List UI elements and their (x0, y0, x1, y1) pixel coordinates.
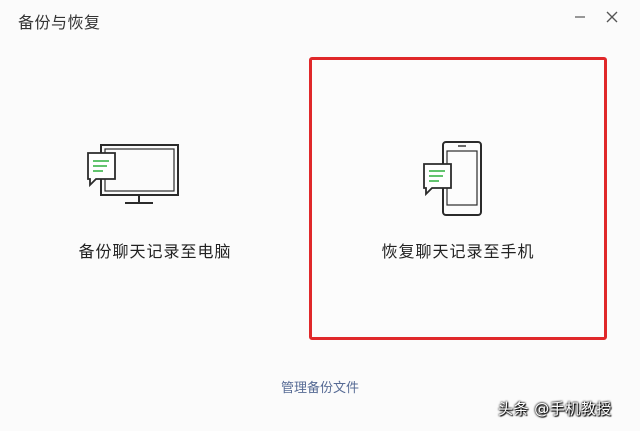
close-icon (606, 11, 618, 23)
phone-chat-icon (423, 141, 482, 216)
watermark: 头条 @手机教授 (498, 400, 612, 418)
window-title: 备份与恢复 (18, 13, 101, 32)
manage-backup-files-link[interactable]: 管理备份文件 (0, 377, 640, 396)
restore-to-phone-option[interactable]: 恢复聊天记录至手机 (309, 57, 607, 340)
close-button[interactable] (600, 6, 624, 28)
backup-to-pc-label: 备份聊天记录至电脑 (78, 242, 232, 261)
restore-to-phone-label: 恢复聊天记录至手机 (381, 242, 535, 261)
backup-restore-window: 备份与恢复 备份聊天记录至电脑 恢复聊天记录至手机 管理备份文件 头条 @手机教… (0, 0, 640, 431)
minimize-button[interactable] (568, 6, 592, 28)
minimize-icon (575, 16, 585, 18)
monitor-chat-icon (87, 144, 179, 204)
backup-to-pc-option[interactable]: 备份聊天记录至电脑 (10, 57, 300, 340)
